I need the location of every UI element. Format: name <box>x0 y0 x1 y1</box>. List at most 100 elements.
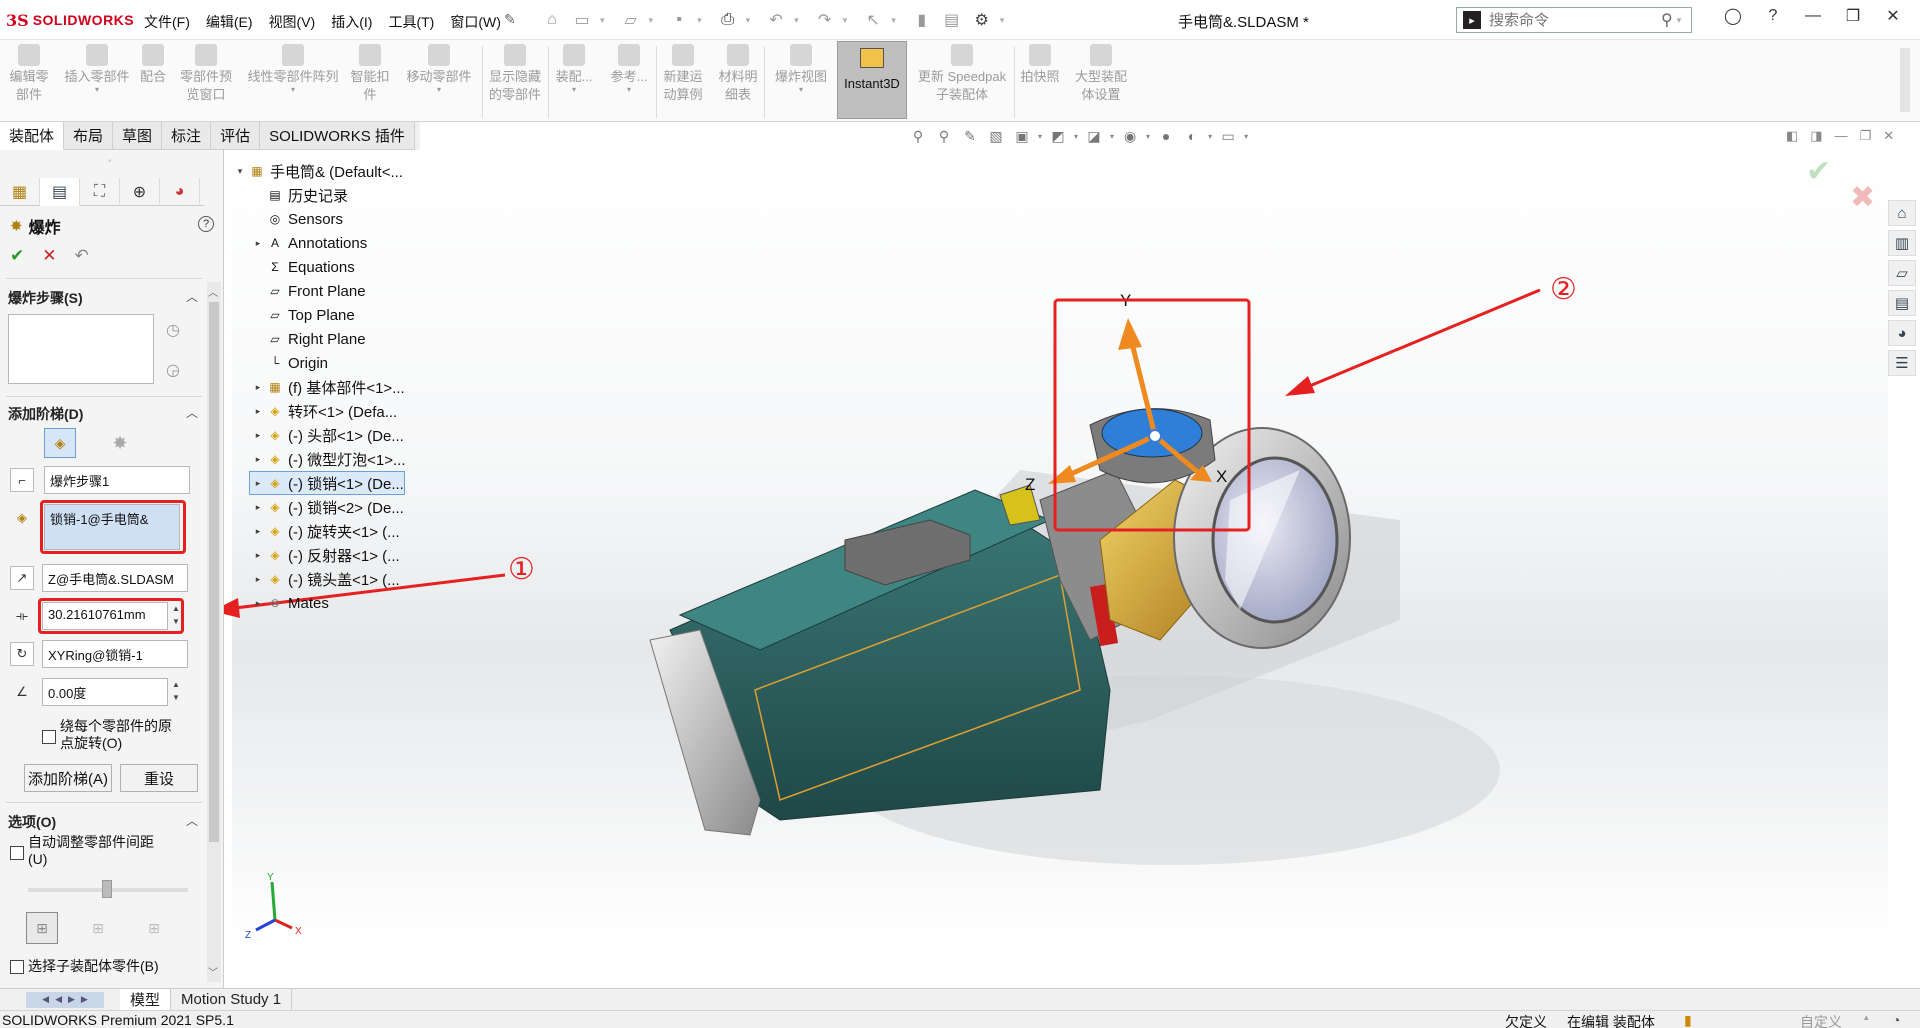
step-forward-icon[interactable]: ◷ <box>166 320 180 340</box>
dimxpert-tab[interactable]: ⊕ <box>120 178 160 206</box>
feature-manager-tab[interactable]: ▦ <box>0 178 40 206</box>
collapse-section-icon[interactable]: ︿ <box>186 404 198 421</box>
solidworks-resources-icon[interactable]: ⌂ <box>1888 200 1916 226</box>
tree-item-lock-pin-1[interactable]: ▸ ◈ (-) 锁销<1> (De... <box>249 471 405 495</box>
tree-item-mates[interactable]: ▸ ⊗ Mates <box>250 592 329 614</box>
dynamic-annotation-icon[interactable]: ▣ <box>1012 126 1032 146</box>
rotation-angle-field[interactable]: 0.00度 <box>42 678 168 706</box>
file-explorer-icon[interactable]: ▱ <box>1888 260 1916 286</box>
zoom-to-area-icon[interactable]: ⚲ <box>934 126 954 146</box>
previous-view-icon[interactable]: ✎ <box>960 126 980 146</box>
tree-item-history[interactable]: ▤ 历史记录 <box>250 184 348 206</box>
expand-icon[interactable]: ▸ <box>250 478 266 489</box>
expand-icon[interactable]: ▸ <box>250 406 266 417</box>
expand-icon[interactable]: ▸ <box>250 382 266 393</box>
reset-button[interactable]: 重设 <box>120 764 198 792</box>
edit-appearance-icon[interactable]: ● <box>1156 126 1176 146</box>
step-name-field[interactable]: 爆炸步骤1 <box>44 466 190 494</box>
viewport-restore-button[interactable]: ❐ <box>1860 128 1872 144</box>
property-manager-tab[interactable]: ▤ <box>40 178 80 206</box>
options-header[interactable]: 选项(O) <box>8 812 56 832</box>
confirmation-ok-icon[interactable]: ✔ <box>1806 154 1831 189</box>
explode-steps-header[interactable]: 爆炸步骤(S) <box>8 288 83 308</box>
viewport-close-button[interactable]: ✕ <box>1883 128 1894 144</box>
add-step-button[interactable]: 添加阶梯(A) <box>24 764 112 792</box>
annotations-icon: A <box>270 236 279 250</box>
tree-item-top-plane[interactable]: ▱ Top Plane <box>250 304 354 326</box>
part-icon: ◈ <box>270 452 280 466</box>
viewport-minimize-button[interactable]: — <box>1835 128 1848 144</box>
section-view-icon[interactable]: ▧ <box>986 126 1006 146</box>
expand-icon[interactable]: ▸ <box>250 550 266 561</box>
viewport-split2-icon[interactable]: ◨ <box>1810 128 1822 144</box>
tree-item-right-plane[interactable]: ▱ Right Plane <box>250 328 365 350</box>
display-manager-tab[interactable]: ◕ <box>160 178 200 206</box>
help-icon[interactable]: ? <box>198 216 214 232</box>
configuration-manager-tab[interactable]: ⛶ <box>80 178 120 206</box>
scroll-down-icon[interactable]: ﹀ <box>208 964 218 979</box>
regular-step-button[interactable]: ◈ <box>44 428 76 458</box>
radial-step-button[interactable]: ✸ <box>104 428 136 458</box>
tree-item-annotations[interactable]: ▸ A Annotations <box>250 232 368 254</box>
view-settings-icon[interactable]: ▭ <box>1218 126 1238 146</box>
collapse-section-icon[interactable]: ︿ <box>186 288 198 305</box>
align-bottom-button[interactable]: ⊞ <box>138 912 170 944</box>
explode-steps-list[interactable] <box>8 314 154 384</box>
tree-item-reflector[interactable]: ▸ ◈ (-) 反射器<1> (... <box>250 544 400 566</box>
confirmation-cancel-icon[interactable]: ✖ <box>1850 180 1875 215</box>
tree-item-head[interactable]: ▸ ◈ (-) 头部<1> (De... <box>250 424 404 446</box>
tree-item-sensors[interactable]: ◎ Sensors <box>250 208 343 230</box>
tree-item-origin[interactable]: └ Origin <box>250 352 328 374</box>
triad-y-arrowhead[interactable] <box>1118 318 1142 350</box>
scroll-up-icon[interactable]: ︿ <box>208 284 218 299</box>
undo-icon[interactable]: ↶ <box>75 246 89 266</box>
expand-icon[interactable]: ▸ <box>250 454 266 465</box>
display-style-icon[interactable]: ◪ <box>1084 126 1104 146</box>
tree-item-front-plane[interactable]: ▱ Front Plane <box>250 280 365 302</box>
tree-item-rotary-clip[interactable]: ▸ ◈ (-) 旋转夹<1> (... <box>250 520 400 542</box>
rotation-axis-icon[interactable]: ↻ <box>10 642 34 666</box>
explode-direction-field[interactable]: Z@手电筒&.SLDASM <box>42 564 188 592</box>
hide-show-items-icon[interactable]: ◉ <box>1120 126 1140 146</box>
add-step-header[interactable]: 添加阶梯(D) <box>8 404 83 424</box>
custom-properties-icon[interactable]: ☰ <box>1888 350 1916 376</box>
collapse-section-icon[interactable]: ︿ <box>186 812 198 829</box>
expand-icon[interactable]: ▸ <box>250 238 266 249</box>
appearances-icon[interactable]: ◕ <box>1888 320 1916 346</box>
expand-icon[interactable]: ▸ <box>250 574 266 585</box>
expand-icon[interactable]: ▸ <box>250 502 266 513</box>
cancel-button[interactable]: ✕ <box>42 246 56 266</box>
design-library-icon[interactable]: ▥ <box>1888 230 1916 256</box>
ok-button[interactable]: ✔ <box>10 246 24 266</box>
tree-item-mini-bulb[interactable]: ▸ ◈ (-) 微型灯泡<1>... <box>250 448 406 470</box>
property-manager-scrollbar[interactable]: ︿ ﹀ <box>207 282 221 982</box>
panel-collapse-handle[interactable]: ◦ <box>108 156 112 167</box>
view-orientation-icon[interactable]: ◩ <box>1048 126 1068 146</box>
rotate-about-origin-checkbox[interactable] <box>42 730 56 744</box>
tree-item-lock-pin-2[interactable]: ▸ ◈ (-) 锁销<2> (De... <box>250 496 404 518</box>
view-palette-icon[interactable]: ▤ <box>1888 290 1916 316</box>
viewport-split-icon[interactable]: ◧ <box>1786 128 1798 144</box>
triad-origin[interactable] <box>1148 429 1162 443</box>
tree-item-swivel[interactable]: ▸ ◈ 转环<1> (Defa... <box>250 400 397 422</box>
spacing-slider-thumb[interactable] <box>102 880 112 898</box>
expand-icon[interactable]: ▸ <box>250 526 266 537</box>
angle-spinner[interactable]: ▲ ▼ <box>170 678 182 706</box>
select-subassembly-checkbox[interactable] <box>10 960 24 974</box>
zoom-to-fit-icon[interactable]: ⚲ <box>908 126 928 146</box>
align-top-button[interactable]: ⊞ <box>26 912 58 944</box>
tree-item-base-component[interactable]: ▸ ▦ (f) 基体部件<1>... <box>250 376 405 398</box>
tree-item-lens-cover[interactable]: ▸ ◈ (-) 镜头盖<1> (... <box>250 568 400 590</box>
rotation-axis-field[interactable]: XYRing@锁销-1 <box>42 640 188 668</box>
step-back-icon[interactable]: ◶ <box>166 360 180 380</box>
align-center-button[interactable]: ⊞ <box>82 912 114 944</box>
tree-item-root[interactable]: ▾ ▦ 手电筒& (Default<... <box>232 160 403 182</box>
expand-icon[interactable]: ▸ <box>250 430 266 441</box>
tree-item-equations[interactable]: Σ Equations <box>250 256 354 278</box>
scrollbar-thumb[interactable] <box>209 302 219 842</box>
apply-scene-icon[interactable]: ◐ <box>1182 126 1202 146</box>
auto-space-checkbox[interactable] <box>10 846 24 860</box>
expand-icon[interactable]: ▸ <box>250 598 266 609</box>
collapse-icon[interactable]: ▾ <box>232 166 248 177</box>
direction-icon[interactable]: ↗ <box>10 566 34 590</box>
